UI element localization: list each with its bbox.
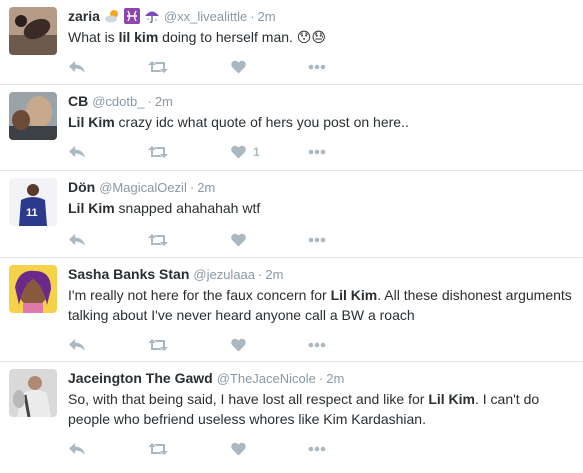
fullname[interactable]: Jaceington The Gawd — [68, 370, 213, 386]
timestamp[interactable]: 2m — [326, 371, 344, 386]
retweet-icon — [148, 443, 168, 455]
avatar[interactable] — [9, 265, 57, 313]
reply-button[interactable] — [68, 145, 86, 159]
reply-icon — [69, 146, 85, 158]
username[interactable]: @TheJaceNicole — [217, 371, 316, 386]
like-button[interactable] — [231, 338, 253, 352]
separator: · — [147, 94, 152, 109]
more-icon — [308, 237, 326, 243]
username[interactable]: @cdotb_ — [92, 94, 144, 109]
tweet-actions — [68, 439, 583, 459]
timestamp[interactable]: 2m — [197, 180, 215, 195]
heart-icon — [231, 145, 246, 159]
tweet-actions: 1 — [68, 142, 583, 162]
tweet-actions — [68, 57, 583, 77]
separator: · — [189, 180, 195, 195]
tweet-text: I'm really not here for the faux concern… — [68, 287, 572, 323]
more-icon — [308, 342, 326, 348]
more-button[interactable] — [308, 237, 326, 243]
tweet-text: Lil Kim crazy idc what quote of hers you… — [68, 114, 409, 130]
reply-button[interactable] — [68, 442, 86, 456]
sun-behind-cloud-emoji — [104, 8, 120, 29]
highlighted-term: Lil Kim — [68, 200, 115, 216]
reply-button[interactable] — [68, 338, 86, 352]
tweet[interactable]: CB @cdotb_ · 2m Lil Kim crazy idc what quot… — [0, 85, 583, 171]
tweet[interactable]: zaria @xx_livealittle · 2m What is lil kim … — [0, 0, 583, 85]
retweet-button[interactable] — [148, 442, 168, 456]
avatar[interactable] — [9, 92, 57, 140]
umbrella-emoji — [144, 8, 160, 29]
retweet-button[interactable] — [148, 60, 168, 74]
tweet[interactable]: Jaceington The Gawd @TheJaceNicole · 2m So,… — [0, 362, 583, 473]
username[interactable]: @jezulaaa — [193, 267, 255, 282]
heart-icon — [231, 233, 246, 247]
more-icon — [308, 64, 326, 70]
fullname[interactable]: CB — [68, 93, 88, 109]
highlighted-term: Lil Kim — [330, 287, 378, 303]
retweet-button[interactable] — [148, 338, 168, 352]
tweet-text: What is lil kim doing to herself man. 😯😓 — [68, 29, 326, 45]
tweet[interactable]: Sasha Banks Stan @jezulaaa · 2m I'm really … — [0, 258, 583, 362]
retweet-button[interactable] — [148, 145, 168, 159]
reply-button[interactable] — [68, 60, 86, 74]
tweet-actions — [68, 230, 583, 250]
tweet[interactable]: 11 Dön @MagicalOezil · 2m Lil Kim snapped a… — [0, 171, 583, 258]
more-button[interactable] — [308, 64, 326, 70]
highlighted-term: Lil Kim — [68, 114, 115, 130]
tweet-header: Jaceington The Gawd @TheJaceNicole · 2m — [68, 362, 583, 388]
timestamp[interactable]: 2m — [265, 267, 283, 282]
separator: · — [258, 267, 263, 282]
tweet-header: Sasha Banks Stan @jezulaaa · 2m — [68, 258, 583, 284]
like-button[interactable] — [231, 442, 253, 456]
tweet-actions — [68, 335, 583, 355]
more-icon — [308, 149, 326, 155]
avatar[interactable] — [9, 369, 57, 417]
like-button[interactable] — [231, 233, 253, 247]
tweet-header: zaria @xx_livealittle · 2m — [68, 0, 583, 26]
reply-button[interactable] — [68, 233, 86, 247]
highlighted-term: lil kim — [118, 29, 159, 45]
separator: · — [318, 371, 324, 386]
reply-icon — [69, 443, 85, 455]
heart-icon — [231, 338, 246, 352]
avatar[interactable]: 11 — [9, 178, 57, 226]
pisces-emoji — [123, 8, 140, 29]
reply-icon — [69, 339, 85, 351]
retweet-icon — [148, 234, 168, 246]
tweet-header: Dön @MagicalOezil · 2m — [68, 171, 583, 197]
fullname[interactable]: Dön — [68, 179, 95, 195]
highlighted-term: Lil Kim — [428, 391, 475, 407]
retweet-icon — [148, 339, 168, 351]
fullname[interactable]: Sasha Banks Stan — [68, 266, 189, 282]
username[interactable]: @MagicalOezil — [99, 180, 187, 195]
retweet-icon — [148, 146, 168, 158]
avatar[interactable] — [9, 7, 57, 55]
like-button[interactable]: 1 — [231, 145, 260, 159]
tweet-text: Lil Kim snapped ahahahah wtf — [68, 200, 261, 216]
like-button[interactable] — [231, 60, 253, 74]
like-count: 1 — [253, 145, 260, 159]
reply-icon — [69, 61, 85, 73]
more-button[interactable] — [308, 342, 326, 348]
more-button[interactable] — [308, 149, 326, 155]
heart-icon — [231, 442, 246, 456]
username[interactable]: @xx_livealittle — [164, 9, 247, 24]
svg-text:11: 11 — [26, 207, 38, 219]
timestamp[interactable]: 2m — [155, 94, 173, 109]
more-icon — [308, 446, 326, 452]
reply-icon — [69, 234, 85, 246]
fullname[interactable]: zaria — [68, 8, 100, 24]
tweet-text: So, with that being said, I have lost al… — [68, 391, 540, 427]
retweet-icon — [148, 61, 168, 73]
retweet-button[interactable] — [148, 233, 168, 247]
more-button[interactable] — [308, 446, 326, 452]
tweet-header: CB @cdotb_ · 2m — [68, 85, 583, 111]
separator: · — [250, 9, 255, 24]
heart-icon — [231, 60, 246, 74]
timestamp[interactable]: 2m — [258, 9, 276, 24]
